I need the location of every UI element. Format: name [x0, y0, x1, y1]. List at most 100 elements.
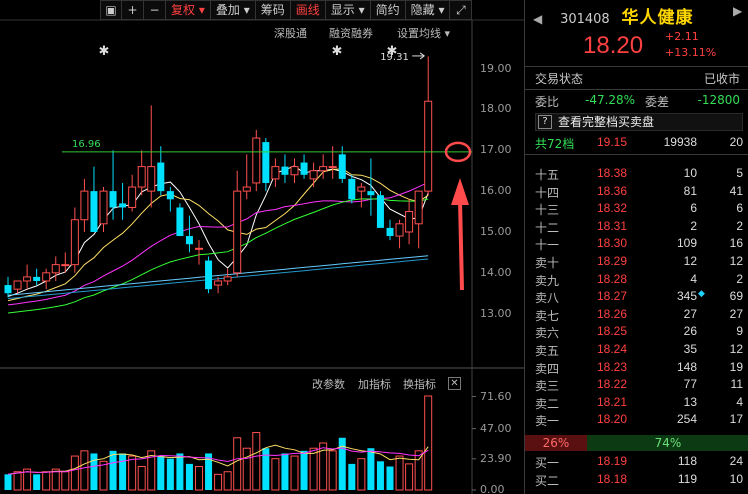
bid-level-price: 18.19: [597, 454, 628, 468]
bid-level-volume: 119: [677, 471, 697, 486]
ask-level-orders: 17: [729, 412, 743, 427]
bid-level-price: 18.18: [597, 471, 628, 486]
edit-params-button[interactable]: 改参数: [312, 376, 345, 392]
candle-body: [23, 276, 32, 282]
weicha-label: 委差: [645, 95, 670, 109]
candle-body: [290, 166, 299, 176]
ask-level-label: 卖四: [535, 361, 560, 376]
ask-level-label: 卖六: [535, 326, 560, 341]
ask-level-price: 18.28: [597, 271, 628, 286]
bid-level-row[interactable]: 买一 18.19 118 24: [525, 454, 748, 471]
ask-level-row[interactable]: 卖七 18.26 27 27: [525, 307, 748, 324]
candle-body: [13, 280, 22, 290]
last-price: 18.20: [583, 32, 644, 59]
candle-body: [281, 166, 289, 175]
ask-level-volume: 109: [676, 236, 697, 251]
ask-level-orders: 12: [729, 254, 743, 268]
ask-level-volume: 81: [683, 183, 697, 198]
high-price-label: 19.31: [380, 52, 409, 63]
ask-level-row[interactable]: 十四 18.36 81 41: [525, 184, 748, 201]
ask-level-row[interactable]: 卖十 18.29 12 12: [525, 254, 748, 271]
buy-ratio: 26%: [525, 435, 587, 451]
full-orderbook-button[interactable]: ? 查看完整档买卖盘: [535, 113, 743, 131]
ask-level-volume: 345: [676, 289, 697, 304]
ask-level-row[interactable]: 卖九 18.28 4 2: [525, 272, 748, 289]
ask-level-row[interactable]: 卖一 18.20 254 17: [525, 412, 748, 429]
candle-body: [70, 219, 79, 266]
ask-level-row[interactable]: 卖二 18.21 13 4: [525, 395, 748, 412]
ask-level-label: 卖三: [535, 379, 560, 394]
ask-level-label: 卖九: [535, 273, 560, 288]
volume-bar: [424, 395, 433, 491]
ask-level-price: 18.23: [597, 359, 628, 374]
ask-level-price: 18.21: [597, 394, 628, 409]
ask-level-volume: 254: [676, 412, 697, 427]
candle-body: [348, 178, 356, 200]
ask-level-orders: 19: [729, 359, 743, 374]
price-tick-label: 13.00: [480, 306, 512, 320]
volume-bar: [405, 463, 414, 491]
ask-level-volume: 10: [683, 166, 697, 180]
ask-level-orders: 69: [729, 289, 743, 304]
bid-level-label: 买二: [535, 473, 560, 488]
annotation-arrow-shaft: [458, 199, 464, 291]
candle-body: [4, 285, 12, 294]
candle-body: [414, 190, 423, 225]
ask-level-orders: 27: [729, 306, 743, 321]
ask-level-price: 18.31: [597, 218, 628, 233]
ask-level-volume: 35: [683, 342, 697, 356]
volume-bar: [13, 471, 22, 491]
ask-level-volume: 6: [690, 201, 697, 216]
reference-line-label: 16.96: [72, 139, 101, 150]
total-levels-vol: 19938: [663, 135, 697, 149]
candle-body: [176, 207, 184, 237]
volume-bar: [367, 448, 375, 490]
ask-level-row[interactable]: 卖八 18.27 345 69 ◆: [525, 289, 748, 306]
bid-level-label: 买一: [535, 456, 560, 470]
candle-body: [223, 276, 232, 282]
price-change-pct: +13.11%: [665, 46, 717, 59]
candle-body: [395, 223, 404, 237]
volume-bar: [271, 458, 280, 491]
candle-body: [386, 227, 394, 237]
candle-body: [33, 276, 41, 281]
sell-ratio: 74%: [587, 435, 748, 451]
ask-level-row[interactable]: 十三 18.32 6 6: [525, 201, 748, 218]
switch-indicator-button[interactable]: 换指标: [403, 376, 436, 392]
candle-body: [405, 211, 414, 233]
ask-level-volume: 27: [683, 306, 697, 321]
ask-level-row[interactable]: 卖四 18.23 148 19: [525, 360, 748, 377]
candle-body: [233, 190, 242, 274]
add-indicator-button[interactable]: 加指标: [358, 376, 391, 392]
next-stock-icon[interactable]: ▶: [733, 4, 742, 18]
ask-level-volume: 13: [683, 394, 697, 409]
quote-panel: ◀ 301408 华人健康 ▶ 18.20 +2.11 +13.11% 交易状态…: [524, 0, 748, 494]
volume-bar: [214, 473, 223, 491]
ask-level-row[interactable]: 卖三 18.22 77 11: [525, 377, 748, 394]
candle-body: [338, 154, 346, 179]
annotation-arrow-head: [451, 178, 469, 205]
ask-level-orders: 12: [729, 342, 743, 356]
candle-body: [51, 264, 60, 274]
volume-tick-label: 71.60: [480, 389, 512, 403]
ask-level-orders: 16: [729, 236, 743, 251]
total-levels-price: 19.15: [597, 135, 628, 149]
candlestick-chart[interactable]: 16.96✱ ✱ ✱19.31: [0, 0, 524, 494]
ask-level-row[interactable]: 十二 18.31 2 2: [525, 219, 748, 236]
diamond-icon: ◆: [698, 289, 705, 300]
ask-level-price: 18.30: [597, 236, 628, 251]
ask-level-row[interactable]: 卖六 18.25 26 9: [525, 324, 748, 341]
ask-level-row[interactable]: 十五 18.38 10 5: [525, 166, 748, 183]
bid-level-row[interactable]: 买二 18.18 119 10: [525, 472, 748, 489]
volume-bar: [357, 458, 366, 491]
ask-level-row[interactable]: 卖五 18.24 35 12: [525, 342, 748, 359]
event-star-icon: ✱: [99, 44, 110, 59]
volume-bar: [42, 471, 51, 491]
volume-bar: [242, 447, 251, 491]
ask-level-volume: 148: [676, 359, 697, 374]
chart-area[interactable]: ▣ + − 复权 ▾ 叠加 ▾ 筹码 画线 显示 ▾ 简约 隐藏 ▾ ⤢ 深股通…: [0, 0, 524, 494]
total-levels-label: 共72档: [535, 137, 575, 151]
close-icon[interactable]: ✕: [448, 377, 461, 390]
ask-level-row[interactable]: 十一 18.30 109 16: [525, 236, 748, 253]
ask-level-volume: 26: [683, 324, 697, 339]
